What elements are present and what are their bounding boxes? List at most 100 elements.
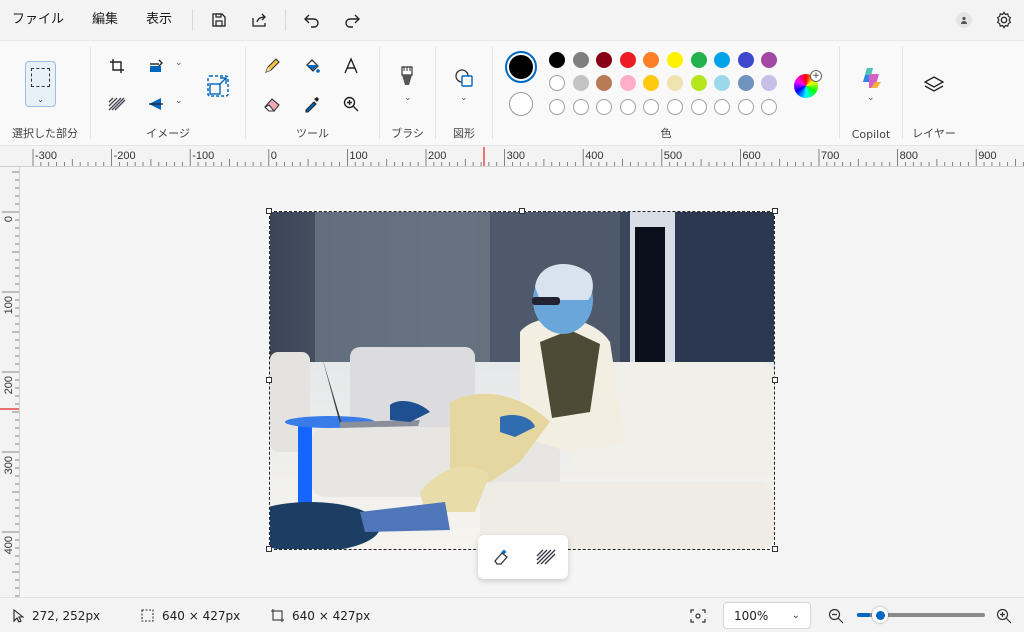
resize-handle-e[interactable] bbox=[772, 377, 778, 383]
custom-color-slot[interactable] bbox=[572, 99, 589, 115]
account-icon[interactable] bbox=[944, 0, 984, 40]
color-swatch[interactable] bbox=[643, 75, 660, 91]
color-swatch[interactable] bbox=[667, 75, 683, 91]
color-swatch[interactable] bbox=[619, 75, 636, 91]
zoom-dropdown[interactable]: 100% ⌄ bbox=[723, 602, 811, 629]
ruler-vertical: 0 100 200 300 400 bbox=[0, 167, 20, 597]
chevron-down-icon[interactable]: ⌄ bbox=[867, 93, 875, 103]
chevron-down-icon[interactable]: ⌄ bbox=[175, 58, 183, 68]
zoom-slider-thumb[interactable] bbox=[872, 607, 888, 623]
color-swatch[interactable] bbox=[596, 75, 613, 91]
custom-color-slot[interactable] bbox=[667, 99, 683, 115]
menu-view[interactable]: 表示 bbox=[132, 0, 186, 40]
primary-color-button[interactable] bbox=[505, 51, 537, 83]
custom-color-slot[interactable] bbox=[549, 99, 565, 115]
ruler-label: 100 bbox=[349, 150, 367, 162]
custom-color-slot[interactable] bbox=[596, 99, 613, 115]
color-swatch[interactable] bbox=[549, 52, 565, 68]
select-rect-icon bbox=[31, 68, 50, 87]
resize-handle-n[interactable] bbox=[519, 208, 525, 214]
brush-icon[interactable] bbox=[392, 61, 422, 91]
color-swatch[interactable] bbox=[737, 52, 754, 68]
text-icon[interactable] bbox=[336, 51, 366, 81]
primary-color-swatch bbox=[509, 55, 533, 79]
ruler-label: -300 bbox=[35, 150, 57, 162]
ruler-label: 400 bbox=[585, 150, 603, 162]
eraser-icon[interactable] bbox=[257, 89, 287, 119]
color-swatch[interactable] bbox=[549, 75, 565, 91]
zoom-out-icon[interactable] bbox=[828, 598, 844, 632]
color-swatch[interactable] bbox=[619, 52, 636, 68]
remove-background-icon[interactable] bbox=[531, 542, 561, 572]
selection-size-text: 640 × 427px bbox=[162, 608, 241, 623]
status-bar: 272, 252px 640 × 427px 640 × 427px 100% … bbox=[0, 597, 1024, 632]
color-swatch[interactable] bbox=[714, 75, 731, 91]
layers-group: レイヤー bbox=[903, 41, 965, 147]
ruler-label: 300 bbox=[3, 456, 15, 474]
color-swatch[interactable] bbox=[761, 75, 778, 91]
rotate-icon[interactable] bbox=[141, 51, 171, 81]
fit-to-window-icon[interactable] bbox=[690, 598, 706, 632]
custom-color-slot[interactable] bbox=[737, 99, 754, 115]
gear-icon[interactable] bbox=[984, 0, 1024, 40]
fill-icon[interactable] bbox=[297, 51, 327, 81]
color-picker-icon[interactable] bbox=[297, 89, 327, 119]
selection-size-icon bbox=[141, 609, 154, 622]
chevron-down-icon[interactable]: ⌄ bbox=[175, 96, 183, 106]
resize-handle-sw[interactable] bbox=[266, 546, 272, 552]
color-swatch[interactable] bbox=[572, 52, 589, 68]
resize-handle-nw[interactable] bbox=[266, 208, 272, 214]
color-swatch[interactable] bbox=[761, 52, 778, 68]
chevron-down-icon[interactable]: ⌄ bbox=[460, 93, 468, 103]
color-swatch[interactable] bbox=[690, 75, 707, 91]
canvas-size-icon bbox=[271, 609, 284, 622]
shapes-icon[interactable] bbox=[449, 63, 479, 93]
resize-handle-se[interactable] bbox=[772, 546, 778, 552]
color-swatch[interactable] bbox=[714, 52, 731, 68]
zoom-slider[interactable] bbox=[857, 607, 985, 623]
select-tool-button[interactable]: ⌄ bbox=[25, 61, 56, 107]
undo-icon[interactable] bbox=[292, 0, 332, 40]
chevron-down-icon[interactable]: ⌄ bbox=[404, 93, 412, 103]
tools-group: ツール bbox=[246, 41, 379, 147]
selection-toolbar bbox=[478, 535, 568, 579]
custom-color-slot[interactable] bbox=[643, 99, 660, 115]
custom-color-slot[interactable] bbox=[619, 99, 636, 115]
secondary-color-button[interactable] bbox=[509, 92, 533, 116]
color-swatch[interactable] bbox=[690, 52, 707, 68]
color-swatch[interactable] bbox=[596, 52, 613, 68]
menu-file[interactable]: ファイル bbox=[0, 0, 78, 40]
custom-color-slot[interactable] bbox=[761, 99, 778, 115]
crop-icon[interactable] bbox=[102, 51, 132, 81]
redo-icon[interactable] bbox=[332, 0, 372, 40]
resize-handle-w[interactable] bbox=[266, 377, 272, 383]
custom-color-slot[interactable] bbox=[690, 99, 707, 115]
cursor-position: 272, 252px bbox=[12, 598, 100, 632]
color-swatch[interactable] bbox=[667, 52, 683, 68]
layers-icon[interactable] bbox=[919, 70, 949, 100]
resize-handle-ne[interactable] bbox=[772, 208, 778, 214]
resize-icon[interactable] bbox=[201, 69, 235, 103]
color-swatch[interactable] bbox=[572, 75, 589, 91]
plus-icon: + bbox=[810, 70, 822, 82]
selection-size: 640 × 427px bbox=[141, 598, 240, 632]
background-remove-icon[interactable] bbox=[102, 89, 132, 119]
copilot-icon[interactable] bbox=[856, 63, 886, 93]
layers-label: レイヤー bbox=[912, 127, 956, 140]
copilot-label: Copilot bbox=[851, 128, 891, 141]
color-swatch[interactable] bbox=[643, 52, 660, 68]
share-icon[interactable] bbox=[239, 0, 279, 40]
canvas-area[interactable] bbox=[20, 167, 1024, 597]
menu-edit[interactable]: 編集 bbox=[78, 0, 132, 40]
zoom-tool-icon[interactable] bbox=[336, 89, 366, 119]
custom-color-slot[interactable] bbox=[714, 99, 731, 115]
edit-colors-button[interactable]: + bbox=[794, 70, 822, 98]
ruler-label: 100 bbox=[3, 296, 15, 314]
flip-icon[interactable] bbox=[141, 89, 171, 119]
zoom-in-icon[interactable] bbox=[996, 598, 1012, 632]
pencil-icon[interactable] bbox=[257, 51, 287, 81]
color-swatch[interactable] bbox=[737, 75, 754, 91]
selection-marquee[interactable] bbox=[269, 211, 775, 550]
generative-erase-icon[interactable] bbox=[486, 542, 516, 572]
save-icon[interactable] bbox=[199, 0, 239, 40]
